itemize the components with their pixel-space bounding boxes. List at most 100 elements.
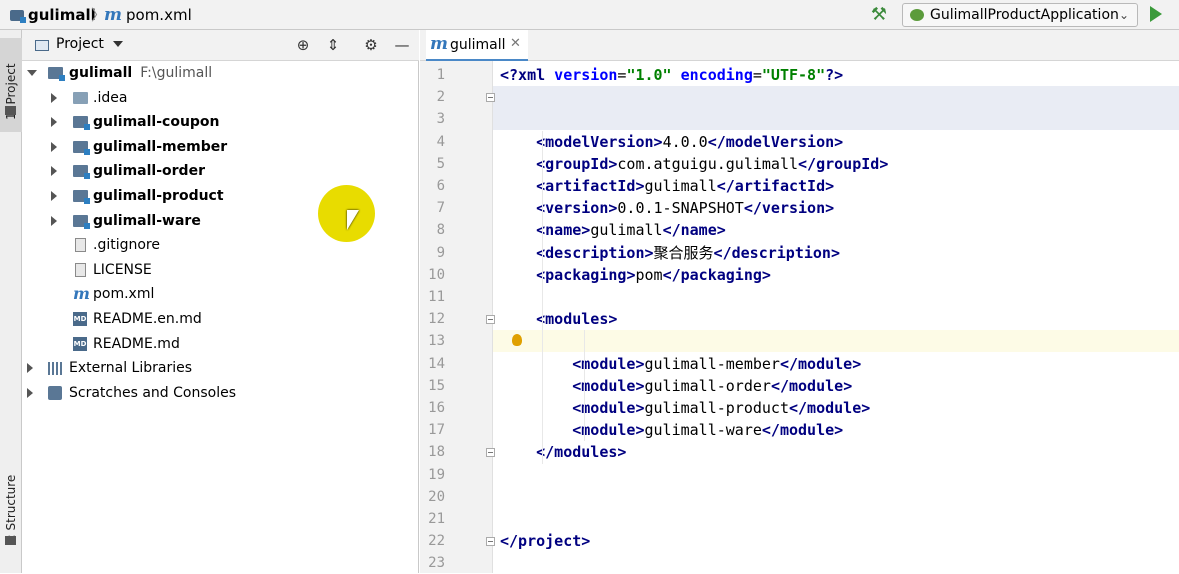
indent-guide — [542, 130, 543, 464]
line-number: 7 — [436, 200, 445, 217]
module-icon — [73, 116, 90, 131]
line-number: 22 — [428, 533, 445, 550]
run-configuration-select[interactable]: GulimallProductApplication ⌄ — [902, 3, 1138, 27]
project-view-select[interactable]: Project — [56, 36, 104, 52]
breadcrumb-file[interactable]: m pom.xml — [104, 5, 192, 25]
line-number: 2 — [436, 89, 445, 106]
tab-pom-xml[interactable]: m gulimall ✕ — [426, 30, 528, 61]
line-number: 19 — [428, 466, 445, 483]
close-icon[interactable]: ✕ — [510, 36, 521, 51]
hide-minimize-icon[interactable]: — — [392, 35, 412, 55]
code-line[interactable]: <modules> — [500, 308, 617, 330]
code-line[interactable]: <module>gulimall-member</module> — [500, 353, 861, 375]
code-line[interactable]: </project> — [500, 530, 590, 552]
chevron-right-icon[interactable] — [27, 363, 33, 374]
fold-toggle-icon[interactable] — [486, 93, 495, 103]
tree-item-label: gulimall-member — [93, 138, 228, 155]
editor-tab-bar: m gulimall ✕ — [420, 30, 1179, 61]
build-hammer-icon[interactable]: ⚒ — [868, 4, 890, 26]
tree-item-label: External Libraries — [69, 360, 192, 377]
tree-item-idea[interactable]: .idea — [22, 86, 412, 110]
tree-item-label: gulimall-ware — [93, 212, 201, 229]
chevron-right-icon[interactable] — [51, 117, 57, 128]
tree-item-gulimall-order[interactable]: gulimall-order — [22, 159, 412, 183]
project-name: gulimall — [69, 65, 133, 81]
line-number: 6 — [436, 178, 445, 194]
code-line[interactable]: <modelVersion>4.0.0</modelVersion> — [500, 131, 843, 153]
locate-crosshair-icon[interactable]: ⊕ — [293, 35, 313, 55]
tree-item-label: gulimall F:\gulimall — [69, 61, 212, 85]
chevron-down-icon[interactable] — [113, 41, 123, 47]
code-line[interactable]: <description>聚合服务</description> — [500, 242, 840, 264]
left-tool-strip: 1: Project 7: Structure — [0, 30, 22, 573]
chevron-right-icon[interactable] — [51, 92, 57, 103]
indent-guide — [584, 330, 585, 442]
tree-item-label: gulimall-order — [93, 163, 205, 180]
maven-icon: m — [73, 284, 90, 304]
tree-item-gulimall-member[interactable]: gulimall-member — [22, 135, 412, 159]
tree-item-root[interactable]: gulimall F:\gulimall — [22, 61, 412, 85]
code-line[interactable]: <name>gulimall</name> — [500, 219, 726, 241]
module-icon — [73, 214, 90, 229]
line-number: 15 — [428, 377, 445, 394]
chevron-right-icon[interactable] — [51, 191, 57, 201]
file-icon — [75, 262, 86, 277]
line-number: 18 — [428, 444, 445, 461]
code-line[interactable]: <groupId>com.atguigu.gulimall</groupId> — [500, 153, 888, 175]
tree-item-readme-en-md[interactable]: MD README.en.md — [22, 307, 412, 331]
module-icon — [73, 140, 90, 155]
run-icon[interactable] — [1150, 6, 1162, 22]
chevron-right-icon[interactable] — [51, 215, 57, 226]
chevron-right-icon[interactable] — [51, 141, 57, 152]
code-line[interactable]: <module>gulimall-ware</module> — [500, 419, 843, 441]
tree-item-label: gulimall-product — [93, 188, 224, 204]
folder-icon — [5, 106, 16, 115]
project-panel-header: Project ⊕ ⇕ ⚙ — — [22, 30, 419, 61]
gear-icon[interactable]: ⚙ — [361, 35, 381, 55]
line-number: 17 — [428, 422, 445, 439]
spring-boot-icon — [910, 9, 924, 21]
tab-structure-toolwindow[interactable]: 7: Structure — [0, 450, 22, 550]
line-number: 8 — [436, 222, 445, 239]
module-icon — [73, 165, 90, 180]
line-number: 16 — [428, 400, 445, 416]
line-number: 11 — [428, 289, 445, 305]
tree-item-scratches-and-consoles[interactable]: Scratches and Consoles — [22, 381, 412, 405]
tree-item-label: gulimall-coupon — [93, 114, 220, 131]
code-line[interactable]: <module>gulimall-order</module> — [500, 375, 852, 397]
code-line[interactable]: </modules> — [500, 441, 626, 463]
editor-area: m gulimall ✕ <?xml version="1.0" encodin… — [420, 30, 1179, 573]
tree-item-gulimall-coupon[interactable]: gulimall-coupon — [22, 110, 412, 134]
line-number: 5 — [436, 155, 445, 172]
current-line-highlight — [493, 330, 1179, 353]
intention-bulb-icon[interactable] — [512, 334, 522, 347]
breadcrumb-root[interactable]: gulimall — [10, 5, 96, 25]
collapse-all-icon[interactable]: ⇕ — [323, 35, 343, 55]
line-number: 10 — [428, 266, 445, 283]
library-icon — [48, 362, 63, 376]
tree-item-license[interactable]: LICENSE — [22, 258, 412, 282]
code-line[interactable]: <version>0.0.1-SNAPSHOT</version> — [500, 197, 834, 219]
chevron-right-icon[interactable] — [51, 166, 57, 177]
scratches-icon — [48, 385, 62, 400]
mouse-cursor-icon — [347, 210, 359, 230]
code-line[interactable]: <?xml version="1.0" encoding="UTF-8"?> — [500, 64, 843, 86]
chevron-down-icon[interactable] — [27, 70, 37, 76]
tree-item-label: .gitignore — [93, 237, 160, 254]
chevron-right-icon[interactable] — [27, 387, 33, 398]
line-number: 13 — [428, 333, 445, 350]
line-number: 4 — [436, 133, 445, 150]
code-line[interactable]: <packaging>pom</packaging> — [500, 264, 771, 286]
tree-item-external-libraries[interactable]: External Libraries — [22, 356, 412, 380]
markdown-icon: MD — [73, 336, 87, 351]
fold-toggle-icon[interactable] — [486, 315, 495, 325]
tab-project-toolwindow[interactable]: 1: Project — [0, 38, 22, 132]
tree-item-label: pom.xml — [93, 286, 155, 303]
line-number: 9 — [436, 244, 445, 261]
tree-item-readme-md[interactable]: MD README.md — [22, 332, 412, 356]
code-line[interactable]: <module>gulimall-product</module> — [500, 397, 870, 419]
tree-item-pom-xml[interactable]: m pom.xml — [22, 282, 412, 306]
code-line[interactable]: <artifactId>gulimall</artifactId> — [500, 175, 834, 197]
fold-toggle-icon[interactable] — [486, 537, 495, 547]
fold-toggle-icon[interactable] — [486, 448, 495, 458]
